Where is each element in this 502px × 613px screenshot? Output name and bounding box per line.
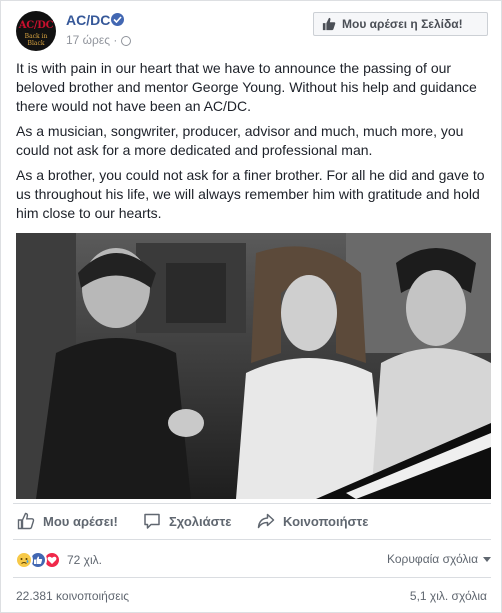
divider: [13, 539, 491, 540]
reactions-summary[interactable]: 72 χιλ.: [15, 550, 102, 570]
page-name-link[interactable]: AC/DC: [66, 12, 110, 28]
avatar-logo-subtext: Back in Black: [24, 33, 48, 47]
share-label: Κοινοποιήστε: [283, 513, 369, 529]
share-button[interactable]: Κοινοποιήστε: [257, 507, 368, 535]
like-page-label: Μου αρέσει η Σελίδα!: [342, 17, 463, 31]
avatar-logo-text: AC/DC: [18, 20, 54, 31]
post-photo[interactable]: [16, 233, 491, 499]
sad-reaction-icon: [15, 551, 33, 569]
comment-button[interactable]: Σχολιάστε: [143, 507, 231, 535]
like-page-button[interactable]: Μου αρέσει η Σελίδα!: [313, 12, 488, 36]
post-paragraph: As a musician, songwriter, producer, adv…: [16, 123, 464, 158]
top-comments-dropdown[interactable]: Κορυφαία σχόλια: [387, 552, 492, 566]
divider: [13, 503, 491, 504]
facebook-post: AC/DC Back in Black AC/DC 17 ώρες · Μου …: [0, 0, 502, 613]
verified-badge-icon: [111, 13, 124, 26]
like-button[interactable]: Μου αρέσει!: [17, 507, 118, 535]
public-globe-icon[interactable]: [121, 36, 131, 46]
post-body-text: It is with pain in our heart that we hav…: [16, 59, 491, 229]
post-paragraph: As a brother, you could not ask for a fi…: [16, 167, 485, 221]
thumbs-up-icon: [322, 17, 336, 31]
share-arrow-icon: [257, 513, 275, 529]
comments-count-link[interactable]: 5,1 χιλ. σχόλια: [410, 589, 487, 603]
comment-icon: [144, 513, 160, 529]
post-paragraph: It is with pain in our heart that we hav…: [16, 60, 477, 114]
post-timestamp[interactable]: 17 ώρες ·: [66, 33, 117, 47]
caret-down-icon: [483, 556, 492, 562]
band-photo-illustration: [16, 233, 491, 499]
reactions-count: 72 χιλ.: [67, 553, 102, 567]
thumbs-up-icon: [17, 512, 35, 530]
divider: [13, 577, 491, 578]
post-actions-bar: Μου αρέσει! Σχολιάστε Κοινοποιήστε: [1, 507, 502, 535]
page-avatar[interactable]: AC/DC Back in Black: [16, 11, 56, 51]
comment-label: Σχολιάστε: [169, 513, 232, 529]
like-label: Μου αρέσει!: [43, 513, 118, 529]
top-comments-label: Κορυφαία σχόλια: [387, 552, 479, 566]
shares-count-link[interactable]: 22.381 κοινοποιήσεις: [16, 589, 129, 603]
